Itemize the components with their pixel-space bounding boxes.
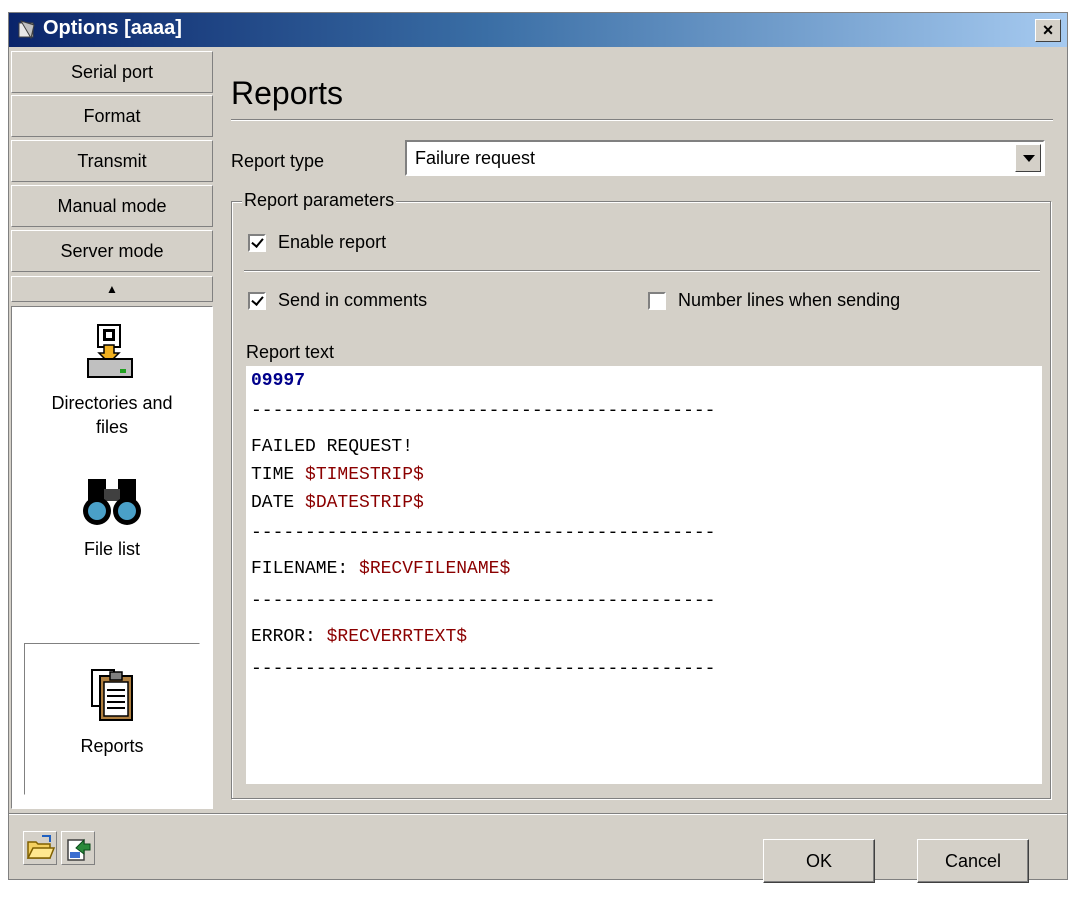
report-type-select[interactable]: Failure request: [405, 140, 1045, 176]
nav-item-label: File list: [83, 539, 140, 559]
report-type-value: Failure request: [415, 148, 536, 168]
nav-item-label: Reports: [80, 736, 144, 756]
editor-line: ----------------------------------------…: [251, 591, 716, 611]
checkbox-checked-icon[interactable]: [248, 291, 266, 310]
editor-text: ERROR:: [251, 627, 327, 647]
export-button[interactable]: [61, 831, 95, 865]
number-lines-label: Number lines when sending: [678, 290, 901, 310]
send-in-comments-label: Send in comments: [278, 290, 428, 310]
editor-variable: $RECVFILENAME$: [359, 559, 511, 579]
send-in-comments-checkbox[interactable]: Send in comments: [248, 290, 427, 311]
enable-report-label: Enable report: [278, 232, 387, 252]
report-text-label: Report text: [246, 342, 335, 362]
nav-item-file-list[interactable]: File list: [12, 477, 212, 561]
page-title: Reports: [231, 75, 344, 111]
nav-format[interactable]: Format: [11, 95, 213, 137]
heading-divider: [231, 119, 1053, 121]
clipboard-report-icon: [91, 669, 133, 721]
nav-item-reports[interactable]: Reports: [24, 643, 200, 795]
editor-variable: $RECVERRTEXT$: [326, 627, 468, 647]
title-bar[interactable]: Options [aaaa] ×: [9, 13, 1067, 47]
editor-line: FILENAME: $RECVFILENAME$: [251, 559, 510, 579]
editor-variable: $TIMESTRIP$: [305, 465, 424, 485]
nav-manual-mode[interactable]: Manual mode: [11, 185, 213, 227]
nav-transmit[interactable]: Transmit: [11, 140, 213, 182]
binoculars-icon: [83, 479, 141, 525]
report-text-editor[interactable]: 09997 ----------------------------------…: [246, 366, 1042, 784]
app-icon: [18, 20, 35, 40]
editor-text: TIME: [251, 465, 306, 485]
editor-line: ERROR: $RECVERRTEXT$: [251, 627, 467, 647]
editor-line: 09997: [251, 371, 306, 391]
editor-line: ----------------------------------------…: [251, 401, 716, 421]
export-icon: [67, 838, 91, 861]
nav-server-mode[interactable]: Server mode: [11, 230, 213, 272]
cancel-button[interactable]: Cancel: [917, 839, 1029, 883]
nav-serial-port[interactable]: Serial port: [11, 51, 213, 93]
enable-report-checkbox[interactable]: Enable report: [248, 232, 386, 253]
report-parameters-group: Report parameters Enable report Send in …: [231, 190, 1051, 799]
editor-text: FILENAME:: [251, 559, 360, 579]
editor-line: TIME $TIMESTRIP$: [251, 465, 424, 485]
nav-item-label: Directories and: [51, 393, 173, 413]
editor-line: DATE $DATESTRIP$: [251, 493, 424, 513]
editor-line: ----------------------------------------…: [251, 659, 716, 679]
chevron-down-icon[interactable]: [1015, 144, 1041, 172]
number-lines-checkbox[interactable]: Number lines when sending: [648, 290, 900, 311]
options-nav: Serial port Format Transmit Manual mode …: [11, 51, 213, 809]
editor-text: DATE: [251, 493, 306, 513]
report-type-label: Report type: [231, 151, 325, 171]
checkbox-checked-icon[interactable]: [248, 233, 266, 252]
open-folder-button[interactable]: [23, 831, 57, 865]
nav-item-directories[interactable]: Directories and files: [12, 323, 212, 439]
nav-icon-list: Directories and files File list Reports: [11, 306, 213, 809]
nav-scroll-up-button[interactable]: ▲: [11, 276, 213, 302]
group-label: Report parameters: [242, 190, 397, 211]
nav-item-label: files: [95, 417, 128, 437]
open-folder-icon: [26, 835, 56, 859]
directory-install-icon: [87, 324, 133, 378]
ok-button[interactable]: OK: [763, 839, 875, 883]
footer-divider: [9, 813, 1067, 815]
parameters-divider: [244, 270, 1040, 272]
editor-line: FAILED REQUEST!: [251, 437, 414, 457]
window-title: Options [aaaa]: [43, 17, 182, 39]
close-button[interactable]: ×: [1035, 19, 1061, 42]
editor-line: ----------------------------------------…: [251, 523, 716, 543]
options-window: Options [aaaa] × Serial port Format Tran…: [8, 12, 1068, 883]
checkbox-unchecked-icon[interactable]: [648, 291, 666, 310]
editor-variable: $DATESTRIP$: [305, 493, 424, 513]
